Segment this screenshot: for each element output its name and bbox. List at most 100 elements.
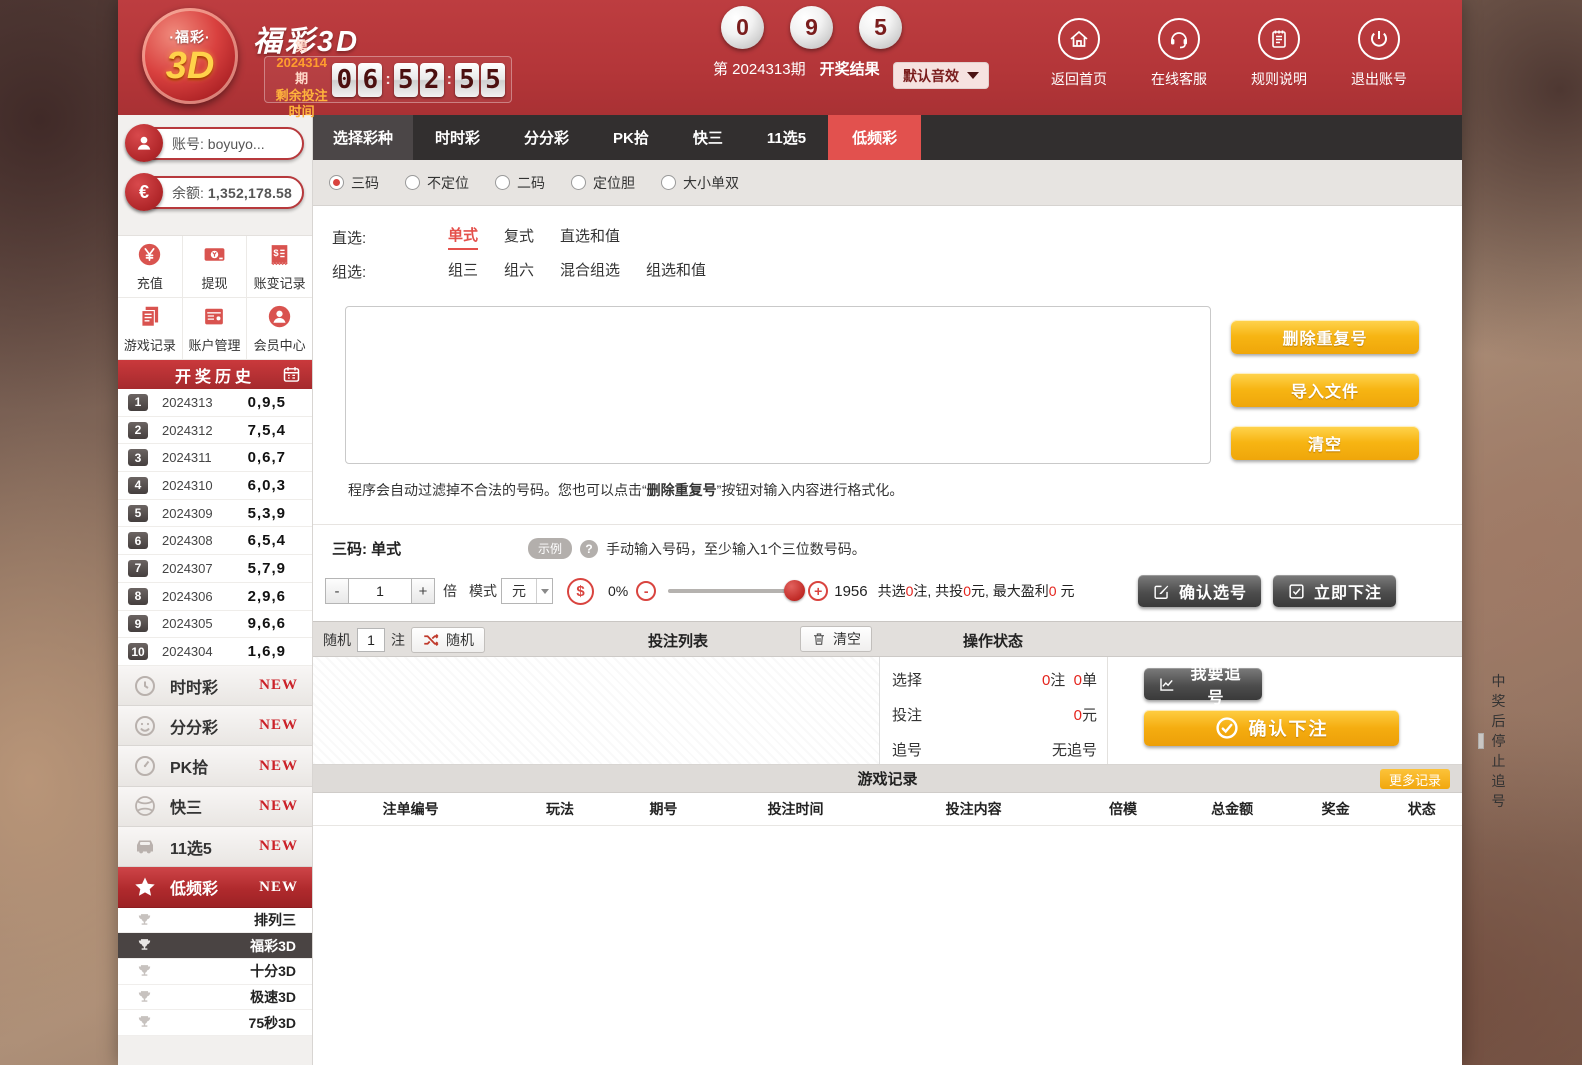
option-hunhezuxuan[interactable]: 混合组选	[560, 259, 620, 283]
menu-label: 时时彩	[170, 674, 218, 698]
sidebar-item-shishicai[interactable]: 时时彩 NEW	[118, 666, 312, 706]
withdraw-button[interactable]: 提现	[183, 236, 248, 298]
tab-kuaisan[interactable]: 快三	[671, 115, 745, 160]
remove-duplicates-button[interactable]: 删除重复号	[1231, 320, 1419, 354]
history-row[interactable]: 820243062,9,6	[118, 583, 312, 611]
current-issue-number: 2024314	[276, 55, 327, 70]
option-danshi[interactable]: 单式	[448, 224, 478, 250]
rank-badge: 8	[128, 588, 148, 605]
help-icon[interactable]: ?	[580, 540, 598, 558]
option-zuliu[interactable]: 组六	[504, 259, 534, 283]
multiplier-input[interactable]: 1	[349, 578, 411, 604]
timer-digit: 2	[420, 63, 444, 97]
recharge-button[interactable]: 充值	[118, 236, 183, 298]
rebate-slider[interactable]	[668, 589, 796, 593]
account-manage-button[interactable]: 账户管理	[183, 298, 248, 360]
example-badge[interactable]: 示例	[528, 538, 572, 559]
option-zusan[interactable]: 组三	[448, 259, 478, 283]
filter-hint: 程序会自动过滤掉不合法的号码。您也可以点击“删除重复号”按钮对输入内容进行格式化…	[348, 480, 1462, 500]
random-button[interactable]: 随机	[411, 627, 485, 653]
sidebar-item-11x5[interactable]: 11选5 NEW	[118, 827, 312, 867]
more-records-button[interactable]: 更多记录	[1380, 769, 1450, 789]
account-change-button[interactable]: $ 账变记录	[247, 236, 312, 298]
tab-11x5[interactable]: 11选5	[745, 115, 828, 160]
rebate-minus-button[interactable]: -	[636, 581, 656, 601]
bet-now-label: 立即下注	[1314, 579, 1382, 603]
slider-handle[interactable]	[784, 580, 805, 601]
option-zhixuanhezhi[interactable]: 直选和值	[560, 225, 620, 249]
history-row[interactable]: 320243110,6,7	[118, 444, 312, 472]
game-records-bar: 游戏记录 更多记录	[313, 765, 1462, 793]
clear-list-button[interactable]: 清空	[800, 626, 872, 652]
option-zuxuanhezhi[interactable]: 组选和值	[646, 259, 706, 283]
bet-summary: 共选0注, 共投0元, 最大盈利0 元	[878, 581, 1075, 601]
submenu-75miao3d[interactable]: 75秒3D	[118, 1010, 312, 1036]
history-row[interactable]: 420243106,0,3	[118, 472, 312, 500]
sidebar-item-fenfencai[interactable]: 分分彩 NEW	[118, 706, 312, 746]
nav-home[interactable]: 返回首页	[1048, 18, 1110, 89]
confirm-bet-label: 确认下注	[1249, 715, 1329, 741]
random-count-input[interactable]: 1	[357, 628, 385, 652]
calendar-icon[interactable]	[281, 364, 302, 385]
history-list: 120243130,9,5 220243127,5,4 320243110,6,…	[118, 389, 312, 666]
history-row[interactable]: 120243130,9,5	[118, 389, 312, 417]
sidebar-item-kuaisan[interactable]: 快三 NEW	[118, 787, 312, 827]
submenu-shifen3d[interactable]: 十分3D	[118, 959, 312, 985]
tab-fenfencai[interactable]: 分分彩	[502, 115, 591, 160]
radio-label: 不定位	[427, 173, 469, 193]
nav-logout[interactable]: 退出账号	[1348, 18, 1410, 89]
rebate-plus-button[interactable]: +	[808, 581, 828, 601]
radio-erma[interactable]: 二码	[495, 173, 545, 193]
multiplier-unit: 倍	[443, 581, 457, 601]
radio-dingweidan[interactable]: 定位胆	[571, 173, 635, 193]
history-row[interactable]: 920243059,6,6	[118, 611, 312, 639]
radio-budingwei[interactable]: 不定位	[405, 173, 469, 193]
sidebar-item-pk10[interactable]: PK拾 NEW	[118, 746, 312, 786]
bet-now-button[interactable]: 立即下注	[1273, 575, 1396, 607]
currency-select[interactable]: 元	[501, 578, 553, 604]
tab-select-lottery[interactable]: 选择彩种	[313, 115, 413, 160]
countdown-timer: 0 6 : 5 2 : 5 5	[332, 63, 505, 97]
import-file-button[interactable]: 导入文件	[1231, 373, 1419, 407]
submenu-label: 极速3D	[250, 987, 296, 1007]
sound-effect-select[interactable]: 默认音效	[893, 62, 989, 89]
trophy-icon	[136, 912, 153, 929]
lottery-tabs: 选择彩种 时时彩 分分彩 PK拾 快三 11选5 低频彩	[313, 115, 1462, 160]
history-row[interactable]: 620243086,5,4	[118, 527, 312, 555]
stop-chase-checkbox[interactable]	[1478, 733, 1484, 749]
tab-pk10[interactable]: PK拾	[591, 115, 671, 160]
chase-number-button[interactable]: 我要追号	[1144, 668, 1262, 700]
multiplier-plus-button[interactable]: +	[411, 578, 435, 604]
nav-rules[interactable]: 规则说明	[1248, 18, 1310, 89]
submenu-jisu3d[interactable]: 极速3D	[118, 985, 312, 1011]
main-content: 选择彩种 时时彩 分分彩 PK拾 快三 11选5 低频彩 三码 不定位 二码 定…	[313, 115, 1462, 1065]
member-center-button[interactable]: 会员中心	[247, 298, 312, 360]
option-fushi[interactable]: 复式	[504, 225, 534, 249]
balance-label: 余额:	[172, 183, 204, 203]
game-record-button[interactable]: 游戏记录	[118, 298, 183, 360]
history-row[interactable]: 220243127,5,4	[118, 417, 312, 445]
radio-daxiaodanshuang[interactable]: 大小单双	[661, 173, 739, 193]
radio-dot	[405, 175, 420, 190]
col-total: 总金额	[1175, 799, 1290, 819]
dollar-toggle[interactable]: $	[567, 578, 594, 605]
mode-label: 三码: 单式	[332, 538, 528, 559]
bet-controls: - 1 + 倍 模式 元 $ 0% - + 19	[313, 563, 1462, 621]
clear-textarea-button[interactable]: 清空	[1231, 426, 1419, 460]
history-row[interactable]: 720243075,7,9	[118, 555, 312, 583]
history-row[interactable]: 520243095,3,9	[118, 500, 312, 528]
history-row[interactable]: 1020243041,6,9	[118, 638, 312, 666]
radio-dot	[661, 175, 676, 190]
submenu-pailiesan[interactable]: 排列三	[118, 908, 312, 934]
quick-label: 充值	[137, 273, 163, 292]
multiplier-minus-button[interactable]: -	[325, 578, 349, 604]
confirm-pick-button[interactable]: 确认选号	[1138, 575, 1261, 607]
numbers-textarea[interactable]	[345, 306, 1211, 464]
submenu-fucai3d[interactable]: 福彩3D	[118, 933, 312, 959]
tab-dipincai[interactable]: 低频彩	[828, 115, 921, 160]
confirm-bet-button[interactable]: 确认下注	[1144, 710, 1399, 746]
sidebar-item-dipincai[interactable]: 低频彩 NEW	[118, 867, 312, 907]
nav-support[interactable]: 在线客服	[1148, 18, 1210, 89]
radio-sanma[interactable]: 三码	[329, 173, 379, 193]
tab-shishicai[interactable]: 时时彩	[413, 115, 502, 160]
